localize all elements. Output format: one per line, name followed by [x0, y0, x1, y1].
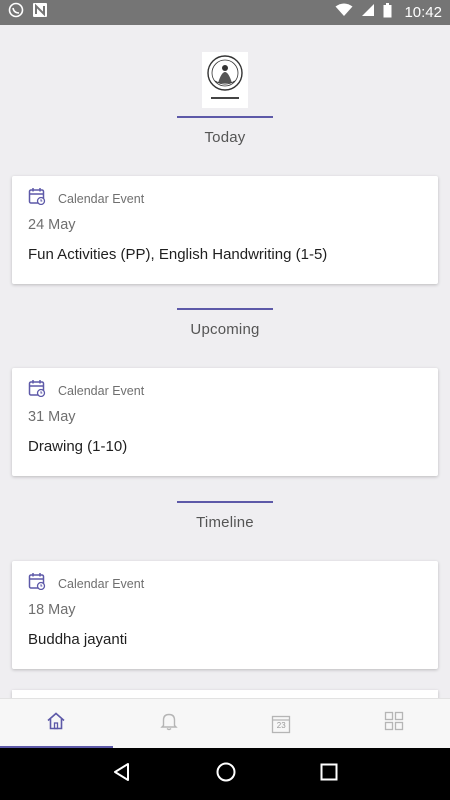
event-card[interactable]: Calendar Event 24 May Fun Activities (PP…: [12, 176, 438, 284]
bottom-tab-bar: 23: [0, 698, 450, 748]
tab-notifications[interactable]: [113, 699, 226, 748]
home-button[interactable]: [216, 762, 236, 787]
battery-icon: [383, 2, 392, 23]
card-type-label: Calendar Event: [58, 576, 145, 591]
card-date: 31 May: [28, 409, 76, 425]
card-title: Fun Activities (PP), English Handwriting…: [28, 246, 328, 263]
tab-more[interactable]: [338, 699, 450, 748]
home-icon: [46, 711, 66, 736]
calendar-event-icon: [28, 379, 46, 402]
card-type: Calendar Event: [28, 187, 144, 210]
calendar-event-icon: [28, 572, 46, 595]
feed-content[interactable]: Today Calendar Event 24 May Fun Activiti…: [0, 25, 450, 698]
card-date: 18 May: [28, 602, 76, 618]
section-divider: [177, 308, 273, 310]
event-card-partial[interactable]: [12, 690, 438, 698]
card-type: Calendar Event: [28, 572, 144, 595]
grid-icon: [384, 711, 404, 736]
status-bar: 10:42: [0, 0, 450, 25]
card-title: Buddha jayanti: [28, 631, 128, 648]
whatsapp-icon: [8, 2, 24, 23]
tab-home[interactable]: [0, 699, 113, 748]
section-title: Upcoming: [190, 321, 260, 338]
section-header-today: Today: [0, 116, 450, 146]
section-divider: [177, 501, 273, 503]
section-header-upcoming: Upcoming: [0, 308, 450, 338]
back-button[interactable]: [112, 762, 132, 787]
status-time: 10:42: [404, 4, 442, 21]
bell-icon: [159, 711, 179, 736]
calendar-icon: 23: [271, 714, 291, 734]
signal-icon: [361, 3, 375, 22]
card-date: 24 May: [28, 217, 76, 233]
wifi-icon: [335, 3, 353, 22]
card-type-label: Calendar Event: [58, 191, 145, 206]
section-title: Timeline: [196, 514, 254, 531]
card-title: Drawing (1-10): [28, 438, 128, 455]
calendar-date-label: 23: [276, 720, 286, 730]
section-title: Today: [204, 129, 246, 146]
section-header-timeline: Timeline: [0, 501, 450, 531]
system-nav-bar: [0, 748, 450, 800]
school-logo: [202, 52, 248, 108]
section-divider: [177, 116, 273, 118]
event-card[interactable]: Calendar Event 31 May Drawing (1-10): [12, 368, 438, 476]
card-type: Calendar Event: [28, 379, 144, 402]
event-card[interactable]: Calendar Event 18 May Buddha jayanti: [12, 561, 438, 669]
n-notification-icon: [32, 2, 48, 23]
recents-button[interactable]: [320, 763, 338, 786]
calendar-event-icon: [28, 187, 46, 210]
tab-calendar[interactable]: 23: [225, 699, 338, 748]
card-type-label: Calendar Event: [58, 383, 145, 398]
